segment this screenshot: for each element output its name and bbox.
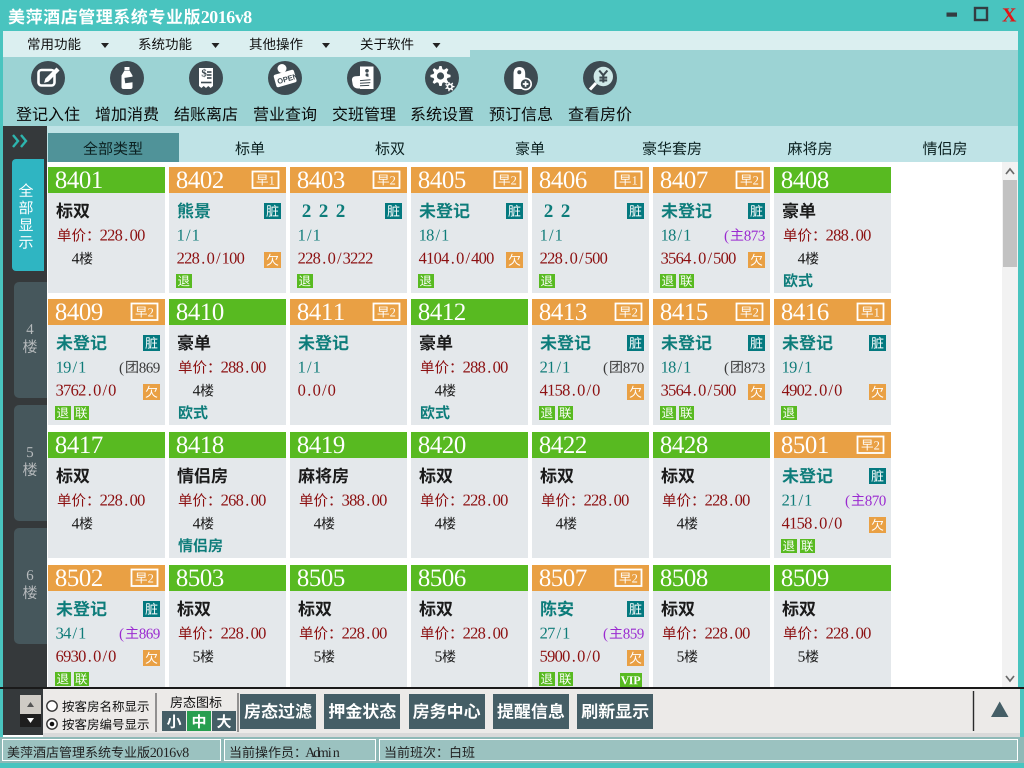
svg-text:$: $: [201, 68, 207, 80]
